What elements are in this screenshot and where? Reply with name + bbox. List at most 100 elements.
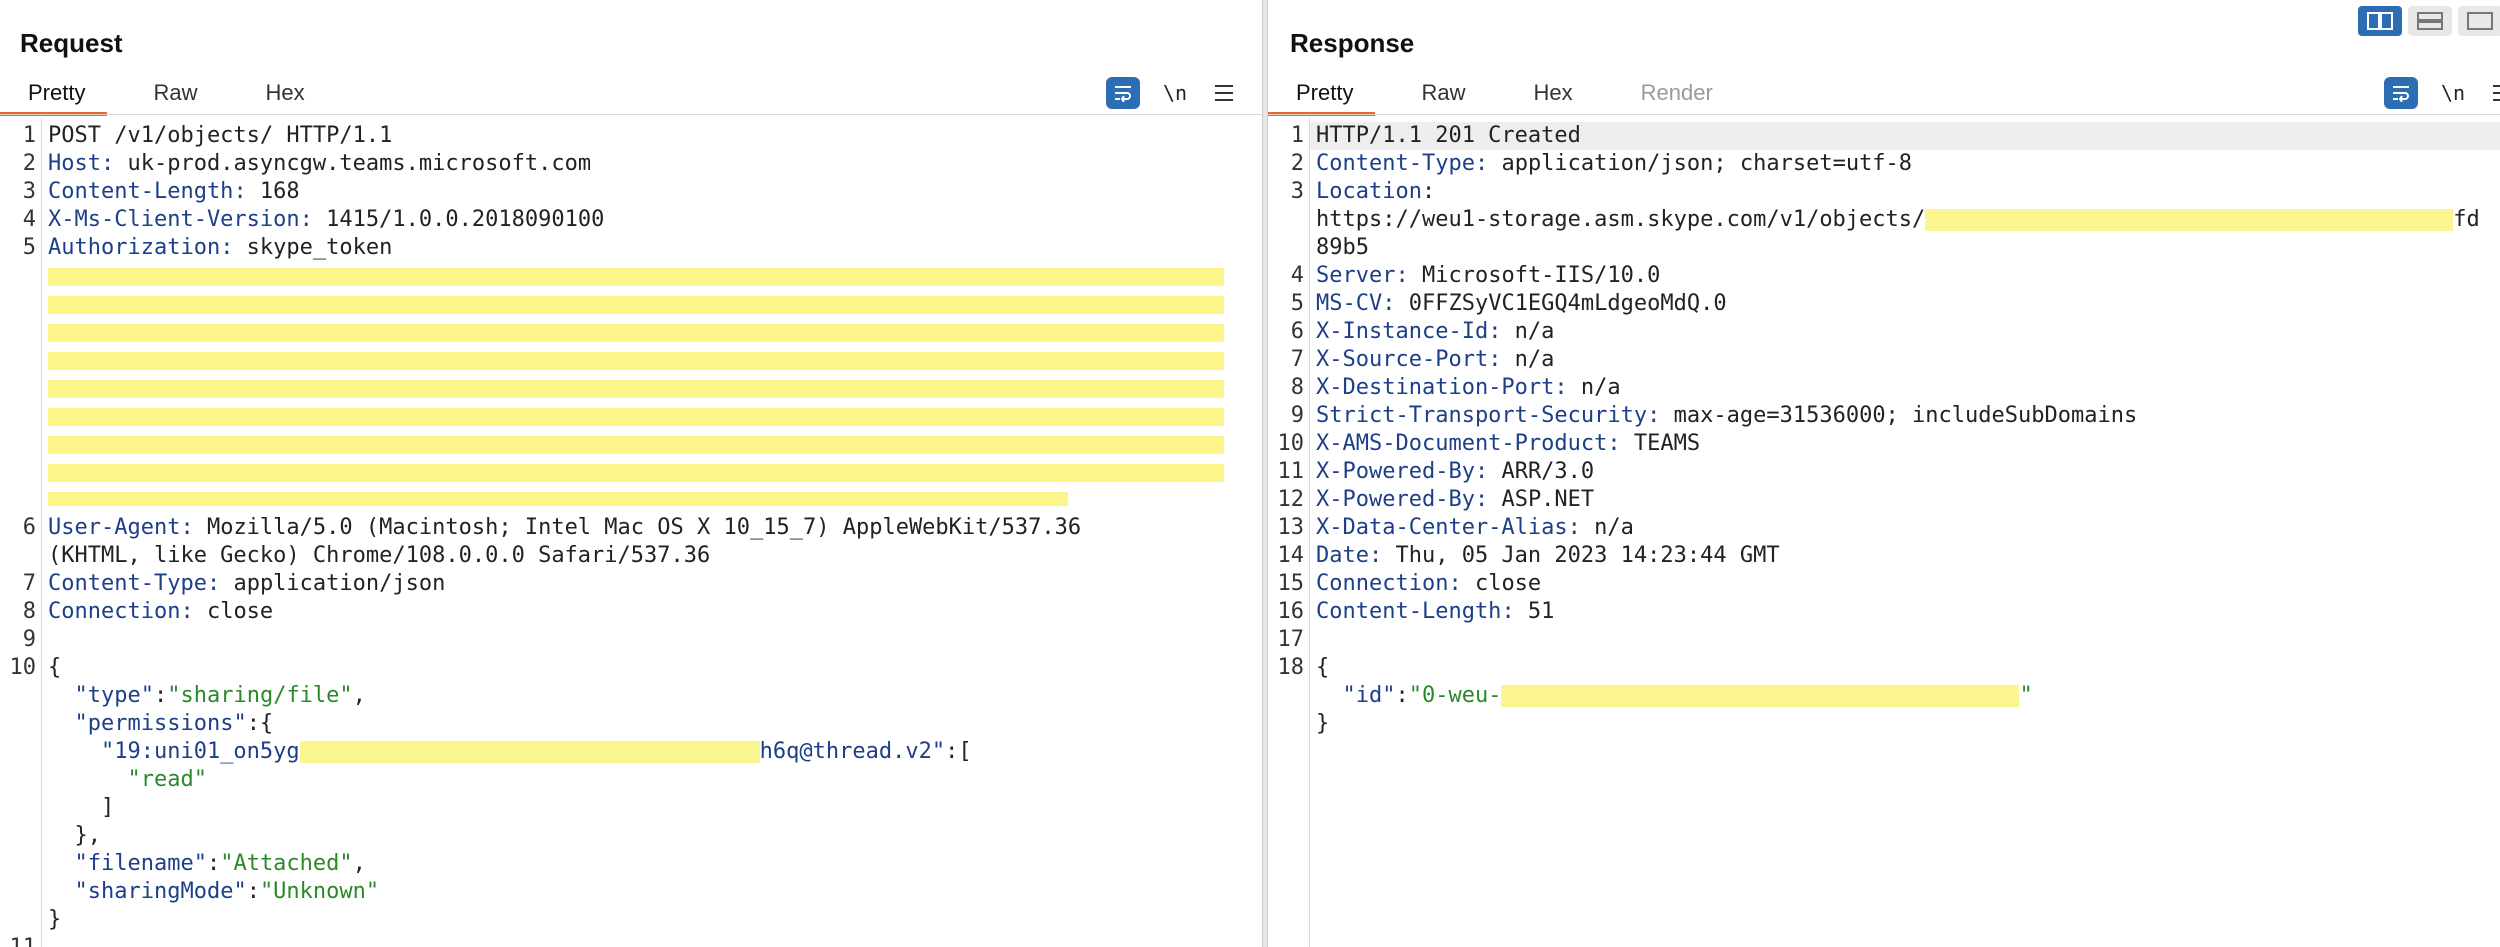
- header-line: User-Agent: Mozilla/5.0 (Macintosh; Inte…: [48, 515, 1082, 540]
- tab-hex[interactable]: Hex: [1505, 72, 1594, 114]
- json-line: },: [48, 823, 101, 848]
- line-number: 16: [1277, 599, 1305, 624]
- header-line: Content-Type: application/json; charset=…: [1316, 151, 1913, 176]
- line-number: 7: [22, 571, 36, 596]
- line-number: 5: [1290, 291, 1304, 316]
- line-number: 10: [1277, 431, 1305, 456]
- request-title: Request: [20, 28, 123, 58]
- line-number: 3: [22, 179, 36, 204]
- layout-toggle: [2358, 6, 2500, 36]
- split-horizontal-icon[interactable]: [2358, 6, 2402, 36]
- header-line: X-Powered-By: ASP.NET: [1316, 487, 1595, 512]
- tabs-divider: [0, 114, 1262, 115]
- json-line: "type":"sharing/file",: [74, 683, 366, 708]
- header-line: Content-Type: application/json: [48, 571, 446, 596]
- redaction-bar: [1925, 209, 2454, 231]
- tab-hex[interactable]: Hex: [237, 72, 326, 114]
- tab-raw[interactable]: Raw: [1393, 72, 1487, 114]
- redaction-bar: [48, 324, 1224, 342]
- line-number: 4: [1290, 263, 1304, 288]
- redaction-bar: [48, 492, 1068, 506]
- line-number: 5: [22, 235, 36, 260]
- tab-pretty[interactable]: Pretty: [1268, 72, 1376, 116]
- line-number: 8: [22, 599, 36, 624]
- line-number: 15: [1277, 571, 1305, 596]
- tab-pretty[interactable]: Pretty: [0, 72, 108, 116]
- request-tabs: Pretty Raw Hex: [0, 72, 327, 116]
- line-number: 11: [1277, 459, 1305, 484]
- json-line: "read": [127, 767, 207, 792]
- tab-raw[interactable]: Raw: [125, 72, 219, 114]
- header-line: X-AMS-Document-Product: TEAMS: [1316, 431, 1701, 456]
- response-editor[interactable]: 1 2 3 4 5 6 7 8 9 10 11 12 13 14 15 16 1…: [1268, 118, 2500, 947]
- show-newlines-button[interactable]: \n: [1158, 81, 1192, 105]
- line-number: 14: [1277, 543, 1305, 568]
- redaction-bar: [48, 352, 1224, 370]
- header-line: X-Destination-Port: n/a: [1316, 375, 1621, 400]
- redaction-bar: [1501, 685, 2020, 707]
- word-wrap-icon[interactable]: [2384, 77, 2418, 109]
- header-line: Connection: close: [48, 599, 274, 624]
- line-number: 18: [1277, 655, 1305, 680]
- redaction-bar: [48, 296, 1224, 314]
- header-line: Date: Thu, 05 Jan 2023 14:23:44 GMT: [1316, 543, 1780, 568]
- json-line: "id":"0-weu- ": [1342, 683, 2033, 708]
- line-number: 11: [0, 934, 37, 947]
- tabs-divider: [1268, 114, 2500, 115]
- line-number: 3: [1290, 179, 1304, 204]
- line-number: 1: [1290, 123, 1304, 148]
- line-number: 10: [9, 655, 37, 680]
- header-line: Strict-Transport-Security: max-age=31536…: [1316, 403, 2138, 428]
- header-line: Server: Microsoft-IIS/10.0: [1316, 263, 1661, 288]
- show-newlines-button[interactable]: \n: [2436, 81, 2470, 105]
- tab-render[interactable]: Render: [1613, 72, 1735, 114]
- line-number: 9: [22, 627, 36, 652]
- word-wrap-icon[interactable]: [1106, 77, 1140, 109]
- response-title: Response: [1290, 28, 1415, 58]
- response-tabs: Pretty Raw Hex Render: [1268, 72, 1735, 116]
- json-line: }: [1316, 711, 1330, 736]
- header-line: Location:: [1316, 179, 1436, 204]
- menu-icon[interactable]: [1210, 85, 1238, 101]
- json-line: }: [48, 907, 62, 932]
- header-line: Connection: close: [1316, 571, 1542, 596]
- request-toolbar: \n: [1106, 72, 1238, 114]
- json-line: "19:uni01_on5yg h6q@thread.v2":[: [100, 739, 972, 764]
- json-line: ]: [48, 795, 115, 820]
- response-toolbar: \n: [2384, 72, 2500, 114]
- header-line: X-Data-Center-Alias: n/a: [1316, 515, 1634, 540]
- location-url-line: 89b5: [1316, 235, 1369, 260]
- line-number: 17: [1277, 627, 1305, 652]
- line-number: 6: [1290, 319, 1304, 344]
- json-line: {: [48, 655, 62, 680]
- redaction-bar: [299, 741, 760, 763]
- header-line-continued: (KHTML, like Gecko) Chrome/108.0.0.0 Saf…: [48, 543, 711, 568]
- response-pane: Response Pretty Raw Hex Render \n 1 2 3 …: [1268, 0, 2500, 947]
- line-number: 1: [22, 123, 36, 148]
- redaction-bar: [48, 380, 1224, 398]
- location-url-line: https://weu1-storage.asm.skype.com/v1/ob…: [1316, 207, 2480, 232]
- json-line: "sharingMode":"Unknown": [74, 879, 380, 904]
- line-number: 13: [1277, 515, 1305, 540]
- request-line: POST /v1/objects/ HTTP/1.1: [48, 123, 393, 148]
- line-number: 2: [1290, 151, 1304, 176]
- request-editor[interactable]: 1 2 3 4 5 6 7 8 9 10 11 POST /v1/objects…: [0, 118, 1262, 947]
- header-line: X-Instance-Id: n/a: [1316, 319, 1555, 344]
- header-line: Content-Length: 168: [48, 179, 300, 204]
- header-line: Authorization: skype_token: [48, 235, 393, 260]
- line-number: 2: [22, 151, 36, 176]
- json-line: "filename":"Attached",: [74, 851, 366, 876]
- header-line: Content-Length: 51: [1316, 599, 1555, 624]
- line-number: 7: [1290, 347, 1304, 372]
- split-vertical-icon[interactable]: [2408, 6, 2452, 36]
- redaction-bar: [48, 436, 1224, 454]
- header-line: X-Ms-Client-Version: 1415/1.0.0.20180901…: [48, 207, 605, 232]
- json-line: "permissions":{: [74, 711, 274, 736]
- line-number: 4: [22, 207, 36, 232]
- menu-icon[interactable]: [2488, 85, 2500, 101]
- line-number: 9: [1290, 403, 1304, 428]
- header-line: X-Source-Port: n/a: [1316, 347, 1555, 372]
- line-number: 6: [22, 515, 36, 540]
- single-pane-icon[interactable]: [2458, 6, 2500, 36]
- request-pane: Request Pretty Raw Hex \n 1 2 3 4 5 6 7 …: [0, 0, 1262, 947]
